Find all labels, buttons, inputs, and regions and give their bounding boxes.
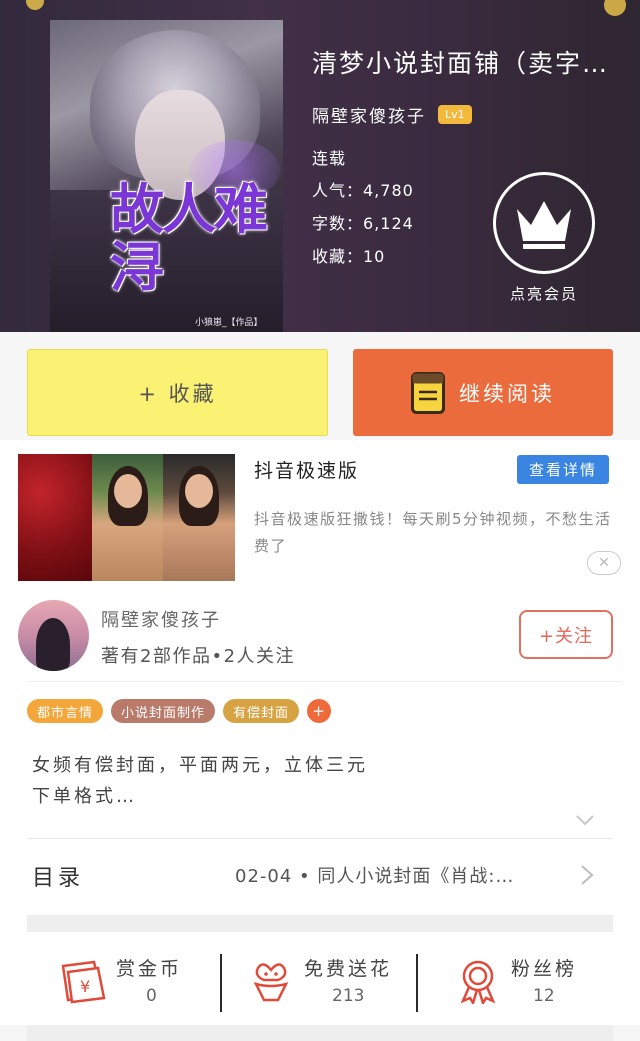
divider: [27, 681, 622, 682]
book-intro: 女频有偿封面，平面两元，立体三元 下单格式…: [32, 755, 368, 807]
book-header: 故人难浔 小狼崽_【作品】 清梦小说封面铺（卖字… 隔壁家傻孩子 Lv1 连载 …: [0, 0, 640, 332]
section-gap: [27, 915, 613, 932]
popularity-stat: 人气：4,780: [312, 181, 414, 200]
ad-banner[interactable]: 抖音极速版 查看详情 抖音极速版狂撒钱！每天刷5分钟视频，不愁生活费了 ✕: [0, 440, 640, 590]
ad-description: 抖音极速版狂撒钱！每天刷5分钟视频，不愁生活费了: [254, 510, 612, 555]
chevron-down-icon[interactable]: [575, 813, 595, 827]
red-envelope-icon: ¥: [61, 960, 106, 1004]
book-icon: [411, 371, 445, 414]
word-count-stat: 字数：6,124: [312, 214, 414, 233]
book-info: 清梦小说封面铺（卖字… 隔壁家傻孩子 Lv1: [312, 44, 630, 127]
decoration-dot: [604, 0, 626, 16]
author-card-meta: 著有2部作品•2人关注: [101, 646, 296, 667]
level-badge: Lv1: [438, 105, 472, 124]
toc-label: 目录: [32, 866, 85, 891]
cover-title: 故人难浔: [110, 177, 268, 299]
fan-ranking-value: 12: [533, 986, 555, 1006]
table-of-contents-row[interactable]: 目录 02-04 • 同人小说封面《肖战:…: [0, 840, 640, 906]
ad-close-icon[interactable]: ✕: [587, 551, 621, 575]
send-flower-label: 免费送花: [304, 958, 393, 980]
collect-button[interactable]: + 收藏: [27, 349, 328, 436]
action-bar: + 收藏 继续阅读: [0, 332, 640, 440]
author-section: 隔壁家傻孩子 著有2部作品•2人关注 +关注 都市言情 小说封面制作 有偿封面 …: [0, 590, 640, 1025]
medal-icon: [460, 960, 496, 1004]
book-detail-page: 故人难浔 小狼崽_【作品】 清梦小说封面铺（卖字… 隔壁家傻孩子 Lv1 连载 …: [0, 0, 640, 1041]
fan-ranking-label: 粉丝榜: [511, 958, 578, 980]
ad-images: [18, 454, 235, 581]
favorites-stat: 收藏：10: [312, 247, 386, 266]
fan-ranking-button[interactable]: 粉丝榜 12: [455, 952, 585, 1012]
ad-image-portrait: [163, 454, 235, 581]
author-row: 隔壁家傻孩子 Lv1: [312, 102, 630, 127]
reward-coins-value: 0: [146, 986, 157, 1006]
book-status: 连载: [312, 149, 347, 168]
ad-title: 抖音极速版: [254, 460, 360, 482]
continue-reading-button[interactable]: 继续阅读: [353, 349, 613, 436]
ad-image-portrait: [92, 454, 163, 581]
tag-list: 都市言情 小说封面制作 有偿封面 +: [27, 699, 332, 723]
ad-portrait-face: [114, 474, 142, 508]
divider: [27, 838, 613, 839]
ad-portrait-face: [185, 474, 213, 508]
vip-button[interactable]: [493, 172, 595, 274]
decoration-dot: [26, 0, 44, 10]
ad-details-button[interactable]: 查看详情: [517, 455, 609, 484]
book-cover[interactable]: 故人难浔 小狼崽_【作品】: [50, 20, 283, 332]
cover-subtitle: 小狼崽_【作品】: [195, 318, 263, 328]
tag-item[interactable]: 都市言情: [27, 699, 104, 723]
divider: [416, 954, 418, 1012]
reward-coins-label: 赏金币: [116, 958, 183, 980]
author-avatar[interactable]: [18, 600, 89, 671]
flower-icon: [253, 963, 289, 1002]
svg-text:¥: ¥: [80, 977, 90, 996]
rewards-row: ¥ 赏金币 0 免费送花 213 粉丝榜 12: [0, 940, 640, 1025]
divider: [220, 954, 222, 1012]
add-tag-button[interactable]: +: [307, 699, 332, 723]
latest-chapter: 02-04 • 同人小说封面《肖战:…: [235, 866, 515, 887]
section-gap: [27, 1025, 613, 1041]
chevron-right-icon: [581, 865, 594, 885]
crown-icon: [517, 201, 571, 249]
author-name[interactable]: 隔壁家傻孩子: [312, 102, 426, 127]
tag-item[interactable]: 有偿封面: [223, 699, 300, 723]
reward-coins-button[interactable]: ¥ 赏金币 0: [60, 952, 190, 1012]
author-card-name[interactable]: 隔壁家傻孩子: [101, 606, 221, 632]
avatar-silhouette: [36, 618, 70, 671]
send-flower-button[interactable]: 免费送花 213: [248, 952, 398, 1012]
book-title: 清梦小说封面铺（卖字…: [312, 49, 610, 78]
follow-button[interactable]: +关注: [519, 610, 613, 659]
vip-label: 点亮会员: [509, 285, 578, 303]
send-flower-value: 213: [332, 986, 365, 1006]
continue-reading-label: 继续阅读: [459, 381, 555, 406]
ad-image-roses: [18, 454, 92, 581]
tag-item[interactable]: 小说封面制作: [111, 699, 216, 723]
